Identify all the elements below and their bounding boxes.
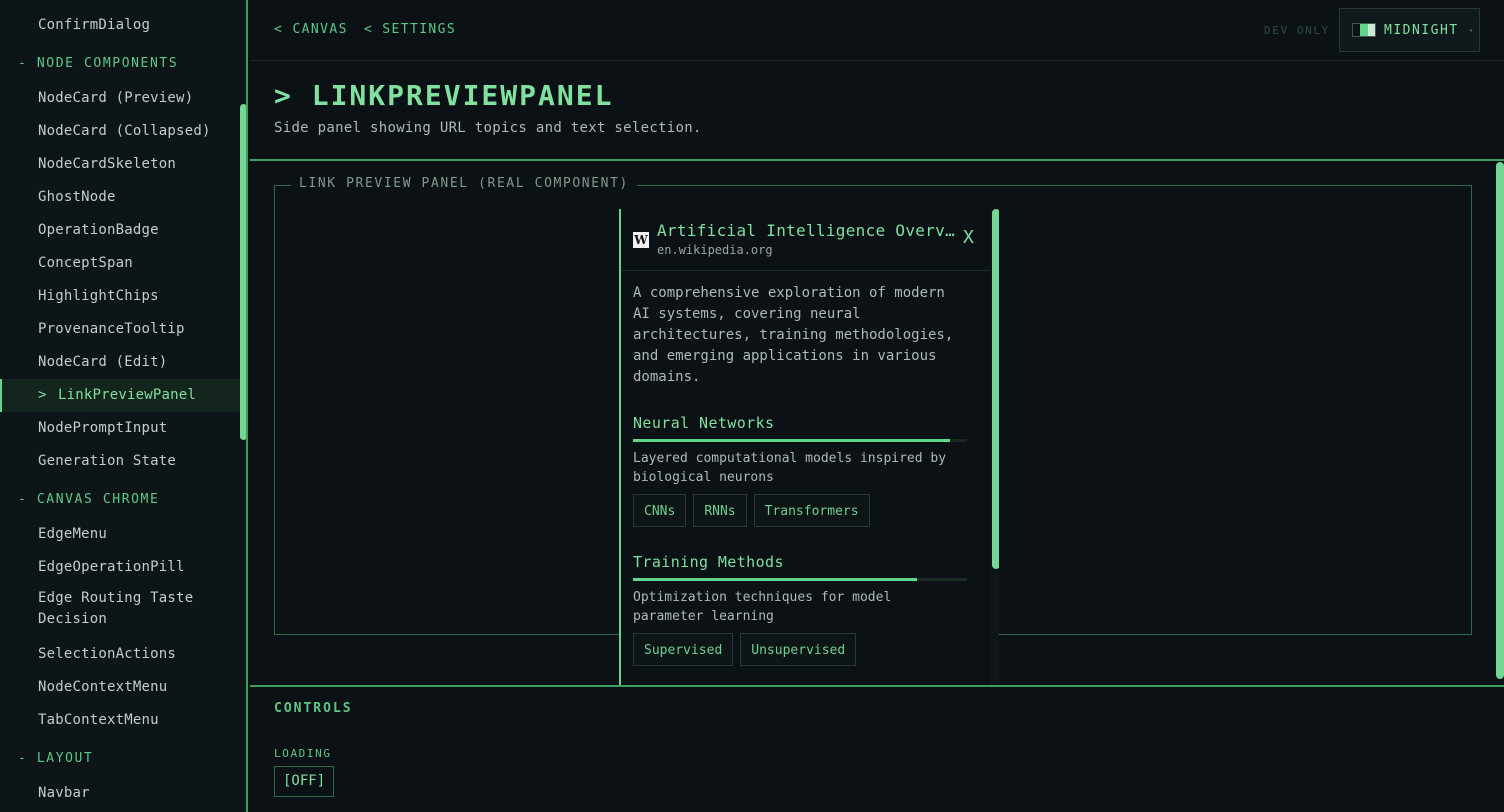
sidebar-item-selectionactions[interactable]: SelectionActions bbox=[0, 638, 240, 671]
wikipedia-icon: W bbox=[633, 232, 649, 248]
theme-selector[interactable]: MIDNIGHT ▾ bbox=[1339, 8, 1480, 52]
topic-relevance-fill bbox=[633, 578, 917, 581]
sidebar-item-toast[interactable]: Toast bbox=[0, 0, 240, 9]
sidebar-item-nodepromptinput[interactable]: NodePromptInput bbox=[0, 412, 240, 445]
back-to-canvas-link[interactable]: < CANVAS bbox=[274, 22, 348, 37]
sidebar-list: Toast ConfirmDialog - NODE COMPONENTS No… bbox=[0, 0, 240, 810]
link-preview-scrollbar[interactable] bbox=[992, 209, 999, 569]
preview-area: LINK PREVIEW PANEL (REAL COMPONENT) W Ar… bbox=[250, 162, 1504, 685]
loading-label: LOADING bbox=[274, 747, 332, 760]
controls-panel: CONTROLS LOADING [OFF] bbox=[250, 685, 1504, 812]
topic-chips: CNNs RNNs Transformers bbox=[633, 494, 967, 527]
topic-section: Training Methods Optimization techniques… bbox=[633, 553, 967, 666]
sidebar-item-ghostnode[interactable]: GhostNode bbox=[0, 181, 240, 214]
sidebar-section-layout[interactable]: - LAYOUT bbox=[0, 737, 240, 777]
sidebar-item-conceptspan[interactable]: ConceptSpan bbox=[0, 247, 240, 280]
sidebar-item-linkpreviewpanel[interactable]: > LinkPreviewPanel bbox=[0, 379, 240, 412]
back-to-settings-link[interactable]: < SETTINGS bbox=[364, 22, 456, 37]
page-description: Side panel showing URL topics and text s… bbox=[274, 120, 702, 136]
chevron-right-icon: > bbox=[38, 387, 47, 403]
controls-title: CONTROLS bbox=[274, 701, 353, 716]
topic-chip[interactable]: Transformers bbox=[753, 494, 870, 527]
sidebar-item-highlightchips[interactable]: HighlightChips bbox=[0, 280, 240, 313]
topic-relevance-fill bbox=[633, 439, 951, 442]
topic-chip[interactable]: CNNs bbox=[633, 494, 687, 527]
topic-description[interactable]: Layered computational models inspired by… bbox=[633, 449, 967, 487]
sidebar-item-edge-routing-taste-decision[interactable]: Edge Routing Taste Decision bbox=[0, 584, 240, 638]
theme-swatch-icon bbox=[1352, 23, 1376, 37]
link-title: Artificial Intelligence Overview bbox=[657, 221, 957, 240]
page-header: > LINKPREVIEWPANEL Side panel showing UR… bbox=[250, 61, 1504, 161]
sidebar-item-operationbadge[interactable]: OperationBadge bbox=[0, 214, 240, 247]
sidebar-item-confirmdialog[interactable]: ConfirmDialog bbox=[0, 9, 240, 42]
top-bar: < CANVAS < SETTINGS DEV ONLY MIDNIGHT ▾ bbox=[250, 0, 1504, 61]
sidebar-item-provenancetooltip[interactable]: ProvenanceTooltip bbox=[0, 313, 240, 346]
chevron-down-icon: ▾ bbox=[1468, 25, 1474, 35]
sidebar-item-edgemenu[interactable]: EdgeMenu bbox=[0, 518, 240, 551]
sidebar-section-canvas-chrome[interactable]: - CANVAS CHROME bbox=[0, 478, 240, 518]
sidebar-item-generation-state[interactable]: Generation State bbox=[0, 445, 240, 478]
topic-description[interactable]: Optimization techniques for model parame… bbox=[633, 588, 967, 626]
link-summary[interactable]: A comprehensive exploration of modern AI… bbox=[633, 283, 967, 388]
link-preview-body: A comprehensive exploration of modern AI… bbox=[621, 271, 979, 666]
sidebar-item-label: LinkPreviewPanel bbox=[58, 387, 197, 403]
topic-title[interactable]: Training Methods bbox=[633, 553, 967, 571]
topic-chip[interactable]: Supervised bbox=[633, 633, 734, 666]
close-icon[interactable]: X bbox=[963, 227, 974, 248]
topic-chip[interactable]: RNNs bbox=[693, 494, 747, 527]
link-domain: en.wikipedia.org bbox=[657, 243, 773, 257]
sidebar-item-nodecard-edit[interactable]: NodeCard (Edit) bbox=[0, 346, 240, 379]
link-preview-header: W Artificial Intelligence Overview en.wi… bbox=[621, 209, 999, 271]
topic-relevance-bar bbox=[633, 439, 967, 442]
sidebar-item-tabcontextmenu[interactable]: TabContextMenu bbox=[0, 704, 240, 737]
main-scrollbar[interactable] bbox=[1496, 162, 1504, 679]
sidebar-item-navbar[interactable]: Navbar bbox=[0, 777, 240, 810]
topic-relevance-bar bbox=[633, 578, 967, 581]
topic-chip[interactable]: Unsupervised bbox=[740, 633, 857, 666]
sidebar-item-edgeoperationpill[interactable]: EdgeOperationPill bbox=[0, 551, 240, 584]
loading-toggle[interactable]: [OFF] bbox=[274, 766, 335, 797]
topic-chips: Supervised Unsupervised bbox=[633, 633, 967, 666]
preview-legend: LINK PREVIEW PANEL (REAL COMPONENT) bbox=[291, 176, 637, 191]
sidebar-item-nodecard-preview[interactable]: NodeCard (Preview) bbox=[0, 82, 240, 115]
link-preview-panel: W Artificial Intelligence Overview en.wi… bbox=[619, 209, 999, 685]
dev-only-label: DEV ONLY bbox=[1264, 24, 1330, 37]
sidebar-section-node-components[interactable]: - NODE COMPONENTS bbox=[0, 42, 240, 82]
topic-title[interactable]: Neural Networks bbox=[633, 414, 967, 432]
sidebar: Toast ConfirmDialog - NODE COMPONENTS No… bbox=[0, 0, 248, 812]
sidebar-scrollbar[interactable] bbox=[240, 104, 246, 440]
page-title: > LINKPREVIEWPANEL bbox=[274, 79, 614, 112]
sidebar-item-nodecontextmenu[interactable]: NodeContextMenu bbox=[0, 671, 240, 704]
sidebar-item-nodecard-collapsed[interactable]: NodeCard (Collapsed) bbox=[0, 115, 240, 148]
topic-section: Neural Networks Layered computational mo… bbox=[633, 414, 967, 527]
breadcrumb: < CANVAS < SETTINGS bbox=[274, 22, 456, 37]
theme-label: MIDNIGHT bbox=[1384, 22, 1459, 38]
sidebar-item-nodecardskeleton[interactable]: NodeCardSkeleton bbox=[0, 148, 240, 181]
